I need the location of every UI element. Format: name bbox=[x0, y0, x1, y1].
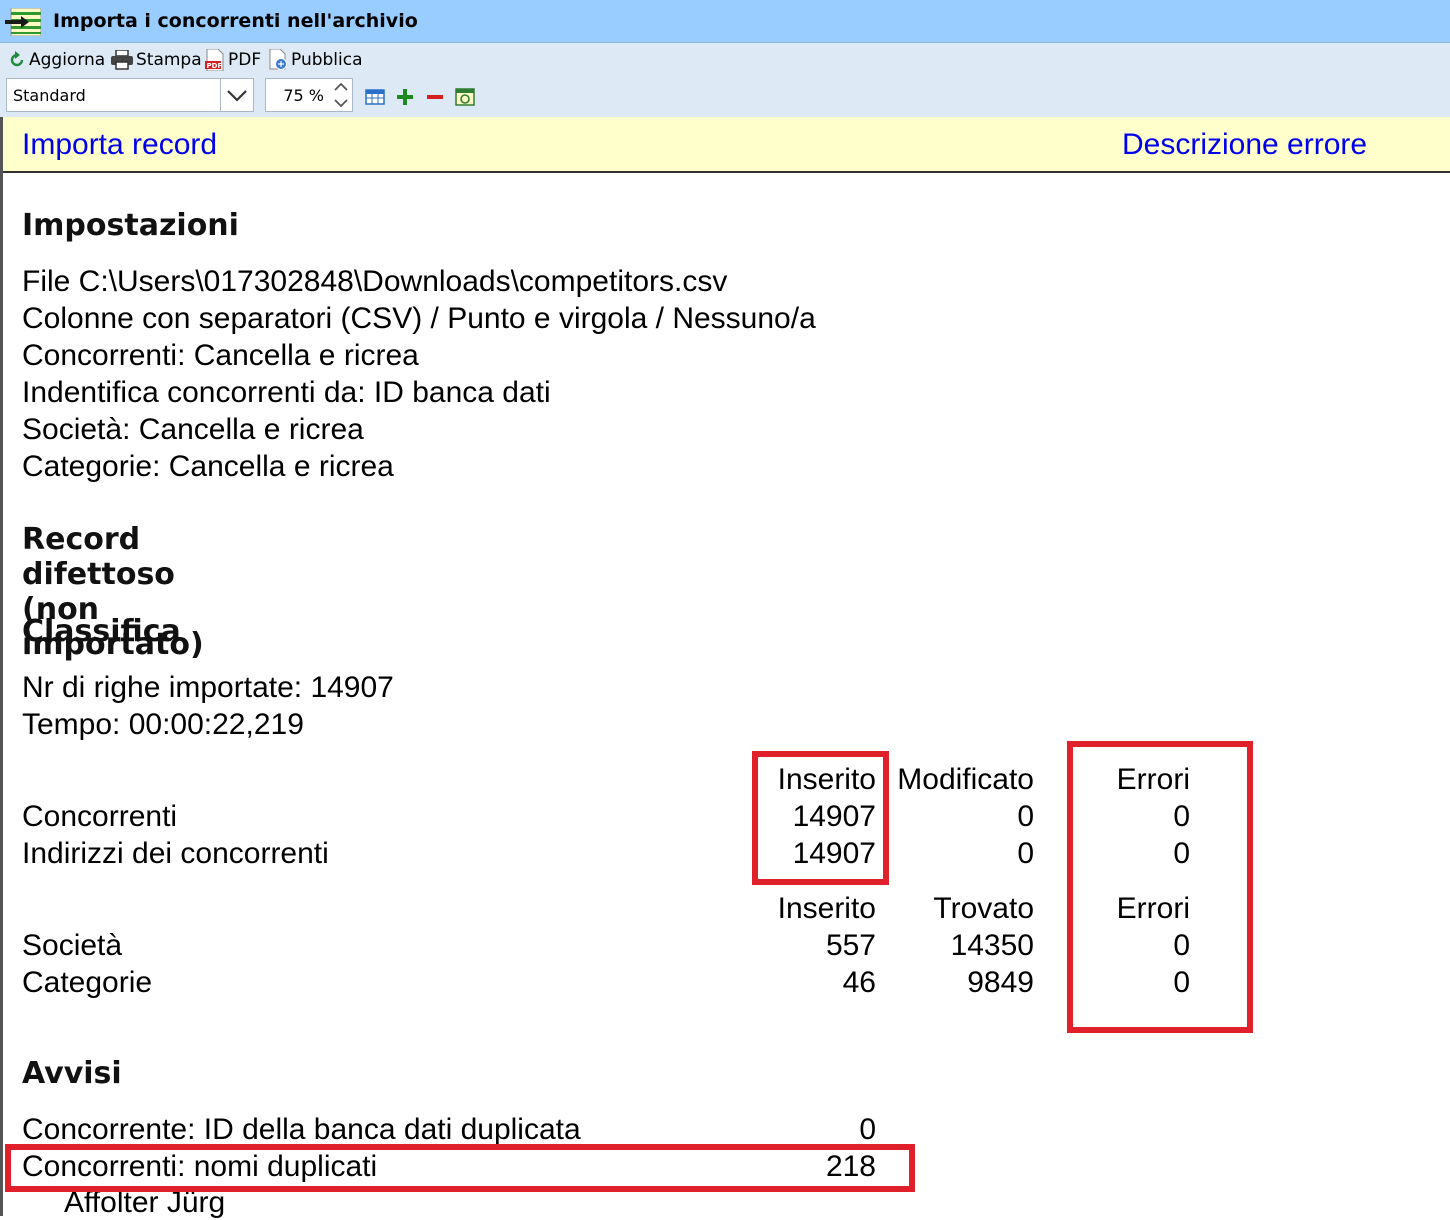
import-time: Tempo: 00:00:22,219 bbox=[22, 708, 304, 741]
refresh-button[interactable]: Aggiorna bbox=[8, 49, 105, 71]
highlight-box-errors bbox=[1067, 741, 1253, 1033]
layout-select-value: Standard bbox=[13, 86, 86, 105]
left-border bbox=[0, 117, 3, 1216]
refresh-icon bbox=[10, 51, 24, 67]
layout-select[interactable]: Standard bbox=[6, 78, 254, 112]
row-label-competitors: Concorrenti bbox=[22, 800, 178, 833]
spinner-arrows-icon bbox=[334, 82, 348, 108]
publish-button[interactable]: Pubblica bbox=[268, 49, 363, 71]
pdf-icon: PDF bbox=[205, 49, 224, 71]
chevron-down-icon bbox=[227, 90, 247, 102]
settings-heading: Impostazioni bbox=[22, 208, 239, 243]
window-title: Importa i concorrenti nell'archivio bbox=[53, 10, 418, 32]
zoom-value: 75 % bbox=[283, 86, 324, 105]
refresh-label: Aggiorna bbox=[29, 50, 106, 70]
warnings-heading: Avvisi bbox=[22, 1056, 122, 1091]
cell-value: 557 bbox=[825, 929, 876, 962]
table-icon[interactable] bbox=[365, 87, 385, 107]
zoom-spinner[interactable] bbox=[330, 79, 352, 111]
highlight-box-inserted bbox=[752, 751, 889, 885]
row-label-addresses: Indirizzi dei concorrenti bbox=[22, 837, 329, 870]
error-description-link[interactable]: Descrizione errore bbox=[1122, 128, 1367, 162]
minus-icon[interactable] bbox=[425, 87, 445, 107]
settings-line: File C:\Users\017302848\Downloads\compet… bbox=[22, 265, 728, 298]
cell-value: 14350 bbox=[950, 929, 1034, 962]
pdf-label: PDF bbox=[228, 50, 262, 70]
settings-line: Colonne con separatori (CSV) / Punto e v… bbox=[22, 302, 816, 335]
layout-dropdown-button[interactable] bbox=[220, 79, 253, 111]
highlight-box-duplicate-names bbox=[5, 1144, 915, 1192]
settings-line: Società: Cancella e ricrea bbox=[22, 413, 364, 446]
report-link-bar: Importa record Descrizione errore bbox=[3, 117, 1450, 173]
title-bar: Importa i concorrenti nell'archivio bbox=[0, 0, 1450, 43]
warning-label: Concorrente: ID della banca dati duplica… bbox=[22, 1113, 581, 1146]
settings-line: Concorrenti: Cancella e ricrea bbox=[22, 339, 419, 372]
settings-line: Indentifica concorrenti da: ID banca dat… bbox=[22, 376, 551, 409]
svg-text:PDF: PDF bbox=[207, 62, 223, 70]
cell-value: 46 bbox=[842, 966, 876, 999]
ranking-heading: Classifica bbox=[22, 614, 181, 649]
import-app-icon bbox=[5, 8, 41, 36]
publish-icon bbox=[269, 49, 287, 70]
col-header-found: Trovato bbox=[933, 892, 1034, 925]
publish-label: Pubblica bbox=[291, 50, 363, 70]
zoom-spinbox[interactable]: 75 % bbox=[265, 78, 353, 112]
plus-icon[interactable] bbox=[395, 87, 415, 107]
toolbar: Aggiorna Stampa PDF PDF Pubblica Standar… bbox=[0, 43, 1450, 117]
warning-value: 0 bbox=[859, 1113, 876, 1146]
import-record-link[interactable]: Importa record bbox=[22, 128, 217, 162]
print-button[interactable]: Stampa bbox=[111, 49, 202, 71]
rows-imported: Nr di righe importate: 14907 bbox=[22, 671, 394, 704]
printer-icon bbox=[111, 50, 133, 70]
row-label-clubs: Società bbox=[22, 929, 123, 962]
col-header-inserted: Inserito bbox=[777, 892, 876, 925]
cell-value: 9849 bbox=[967, 966, 1034, 999]
row-label-categories: Categorie bbox=[22, 966, 153, 999]
table-refresh-icon[interactable] bbox=[455, 87, 475, 107]
pdf-button[interactable]: PDF PDF bbox=[205, 49, 261, 71]
settings-line: Categorie: Cancella e ricrea bbox=[22, 450, 394, 483]
print-label: Stampa bbox=[136, 50, 202, 70]
